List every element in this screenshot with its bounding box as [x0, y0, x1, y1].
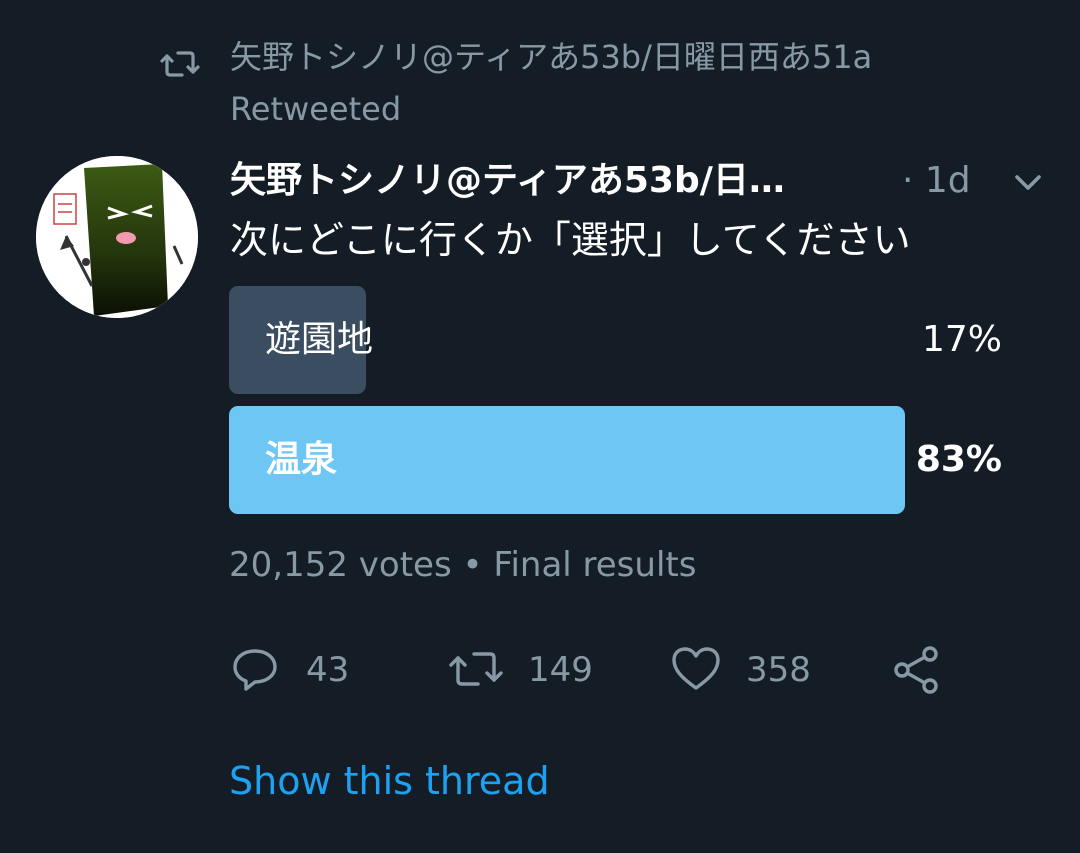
heart-icon: [672, 647, 720, 690]
reply-button[interactable]: 43: [230, 640, 390, 700]
author-name[interactable]: 矢野トシノリ@ティアあ53b/日…: [230, 155, 880, 207]
avatar-illustration: [36, 156, 198, 318]
reply-count: 43: [306, 650, 350, 690]
tweet-text: 次にどこに行くか「選択」してください: [230, 218, 911, 262]
poll-option-label-1: 遊園地: [265, 319, 374, 360]
poll-separator: •: [462, 545, 483, 585]
show-thread-link[interactable]: Show this thread: [229, 754, 550, 808]
poll-option-label-2: 温泉: [265, 439, 338, 480]
like-button[interactable]: 358: [670, 640, 850, 700]
like-count: 358: [746, 650, 811, 690]
poll-status: Final results: [493, 545, 697, 585]
reply-icon: [233, 649, 277, 691]
retweet-button[interactable]: 149: [448, 640, 628, 700]
retweet-count: 149: [528, 650, 593, 690]
retweet-icon: [160, 51, 200, 77]
retweet-icon: [449, 652, 503, 686]
poll-meta: 20,152 votes • Final results: [229, 540, 696, 590]
share-icon: [894, 646, 938, 694]
chevron-down-icon[interactable]: [1010, 168, 1046, 198]
poll-votes: 20,152 votes: [229, 545, 452, 585]
share-button[interactable]: [890, 640, 950, 700]
retweeted-label: Retweeted: [230, 90, 402, 128]
tweet-time[interactable]: · 1d: [902, 155, 971, 207]
retweeter-name[interactable]: 矢野トシノリ@ティアあ53b/日曜日西あ51a: [230, 34, 872, 80]
poll-option-percent-2: 83%: [915, 439, 1002, 480]
poll-option-percent-1: 17%: [921, 319, 1002, 360]
avatar[interactable]: [36, 156, 198, 318]
